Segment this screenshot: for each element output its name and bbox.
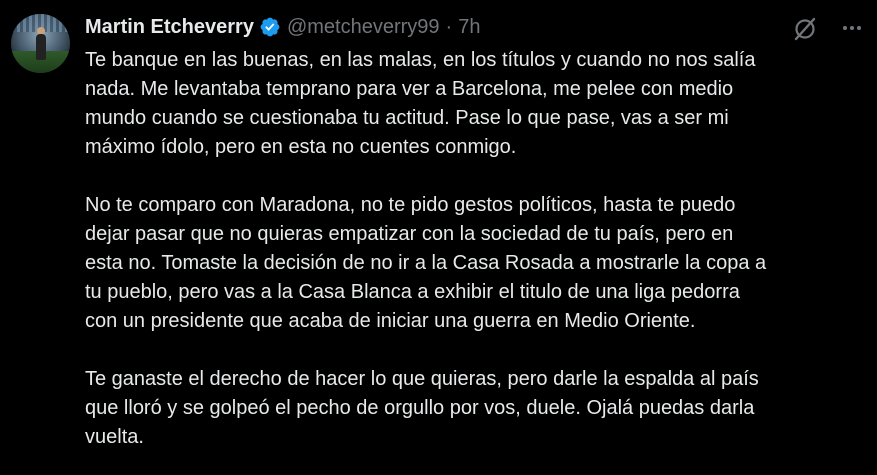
timestamp[interactable]: 7h	[458, 16, 480, 39]
tweet-paragraph-2: No te comparo con Maradona, no te pido g…	[85, 194, 767, 332]
author-name[interactable]: Martin Etcheverry	[85, 16, 254, 39]
grok-icon[interactable]	[792, 16, 818, 42]
separator-dot: ·	[445, 15, 453, 38]
avatar[interactable]	[11, 14, 70, 73]
tweet-paragraph-1: Te banque en las buenas, en las malas, e…	[85, 49, 756, 158]
tweet-header: Martin Etcheverry @metcheverry99 · 7h	[85, 12, 480, 42]
avatar-player-body	[36, 34, 46, 60]
more-icon[interactable]	[842, 18, 862, 38]
verified-badge-icon[interactable]	[259, 16, 281, 38]
author-handle[interactable]: @metcheverry99	[287, 16, 440, 39]
tweet-paragraph-3: Te ganaste el derecho de hacer lo que qu…	[85, 368, 759, 448]
tweet-text: Te banque en las buenas, en las malas, e…	[85, 46, 865, 452]
tweet: Martin Etcheverry @metcheverry99 · 7h Te…	[0, 0, 877, 475]
